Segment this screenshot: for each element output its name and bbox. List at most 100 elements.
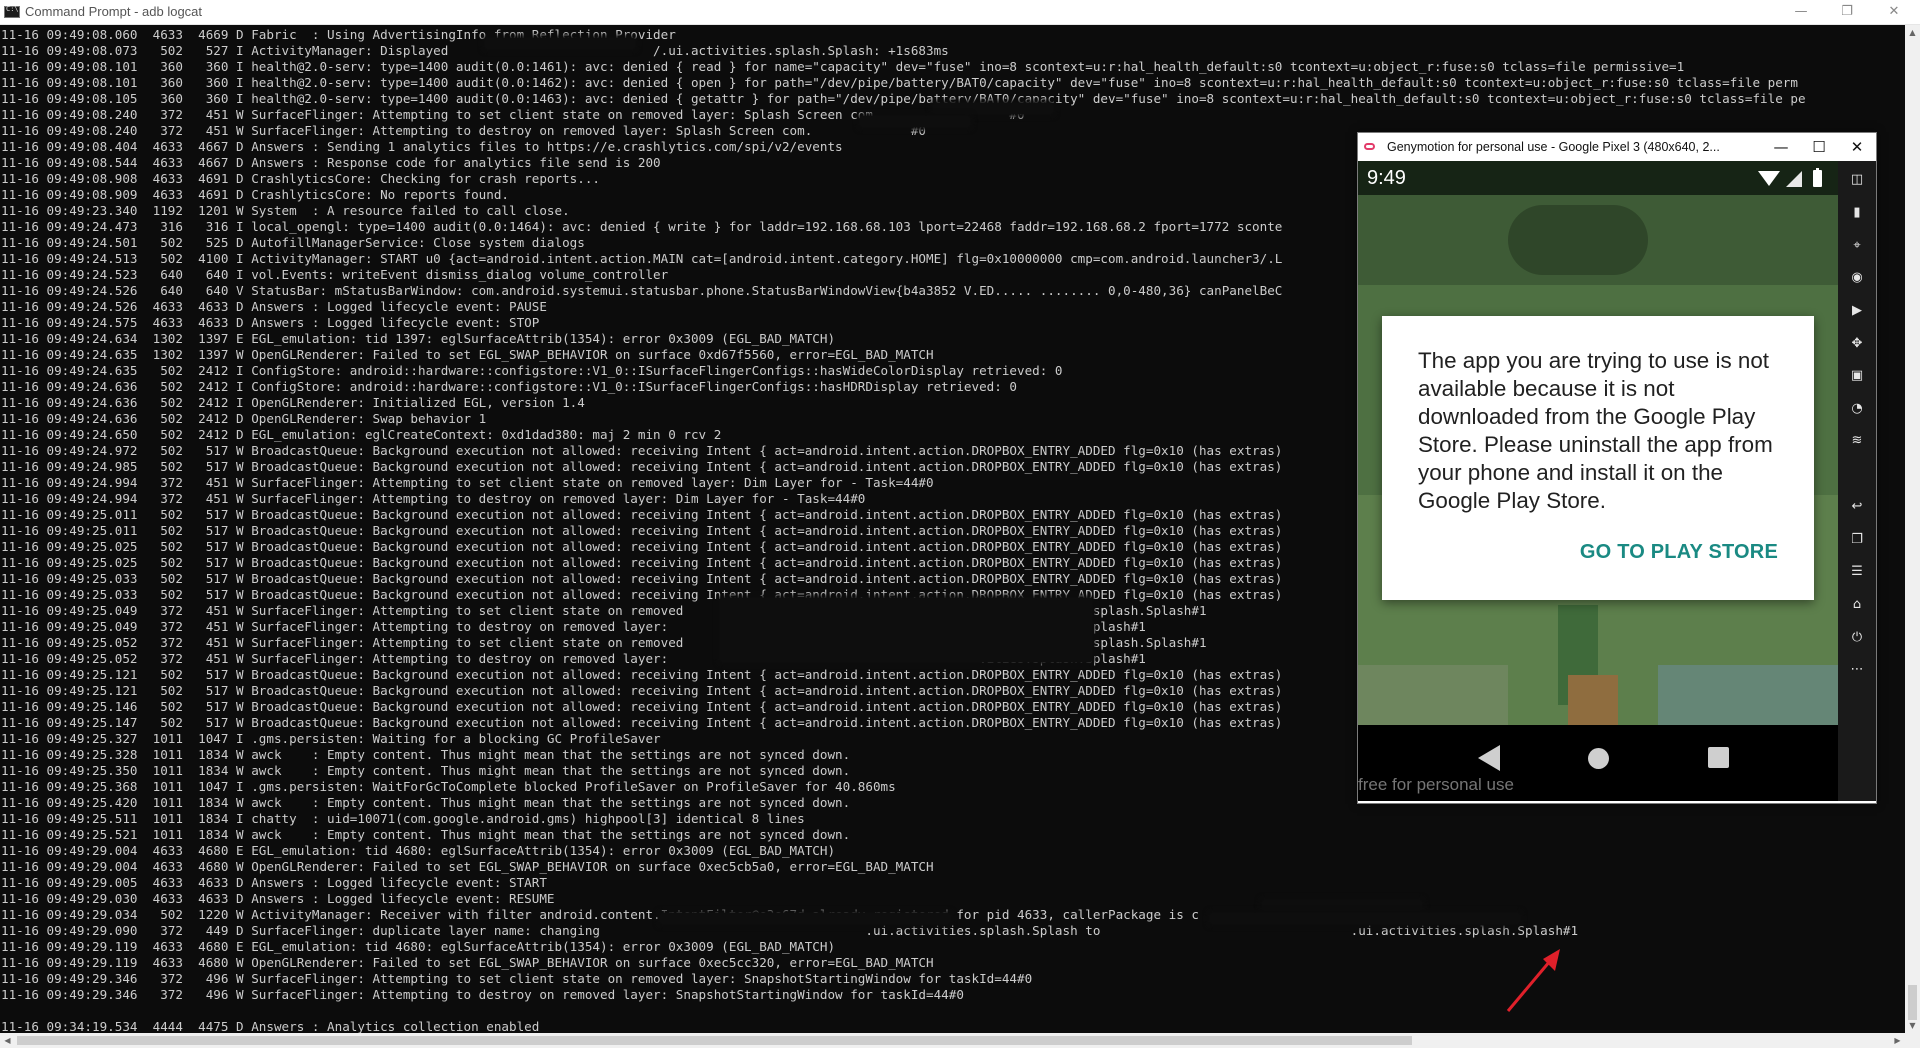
genymotion-maximize-button[interactable]: ☐ [1800,133,1838,161]
genymotion-logo-icon [1364,143,1375,150]
redaction-block [660,913,950,924]
log-line: 11-16 09:49:24.501 502 525 D AutofillMan… [1,235,585,250]
camera-widget-icon[interactable]: ◉ [1846,267,1868,289]
vertical-scrollbar[interactable]: ▲ ▼ [1905,25,1920,1033]
log-line: 11-16 09:49:29.005 4633 4633 D Answers :… [1,875,547,890]
horizontal-scroll-thumb[interactable] [17,1036,1412,1045]
log-line: 11-16 09:49:24.972 502 517 W BroadcastQu… [1,443,1283,458]
power-button-icon[interactable]: ⏻ [1846,627,1868,649]
cmd-titlebar: Command Prompt - adb logcat — ❐ ✕ [0,0,1920,25]
home-button-icon[interactable]: ⌂ [1846,594,1868,616]
recent-apps-button-icon[interactable]: ❐ [1846,529,1868,551]
scrollbar-corner [1905,1033,1920,1048]
log-line: 11-16 09:49:25.146 502 517 W BroadcastQu… [1,699,1283,714]
unavailable-app-dialog: The app you are trying to use is not ava… [1382,316,1814,600]
log-line: 11-16 09:49:24.635 1302 1397 W OpenGLRen… [1,347,934,362]
more-options-icon[interactable]: ⋯ [1846,659,1868,681]
log-line: 11-16 09:49:24.994 372 451 W SurfaceFlin… [1,475,934,490]
log-line: 11-16 09:49:29.004 4633 4680 W OpenGLRen… [1,859,934,874]
redaction-block [1210,913,1520,924]
vertical-scroll-thumb[interactable] [1908,985,1917,1020]
network-widget-icon[interactable]: ≋ [1846,430,1868,452]
log-line: 11-16 09:49:08.101 360 360 I health@2.0-… [1,75,1798,90]
scroll-right-arrow-icon[interactable]: ▶ [1890,1033,1905,1048]
background-blur [1568,675,1618,725]
status-clock: 9:49 [1367,167,1406,189]
cell-signal-icon [1786,171,1802,187]
window-title: Command Prompt - adb logcat [25,4,203,19]
log-line: 11-16 09:49:24.473 316 316 I local_openg… [1,219,1283,234]
redaction-block [933,103,1053,114]
scroll-down-arrow-icon[interactable]: ▼ [1905,1018,1920,1033]
nav-home-icon[interactable] [1588,748,1609,769]
scroll-left-arrow-icon[interactable]: ◀ [0,1033,15,1048]
maximize-button[interactable]: ❐ [1829,0,1865,25]
log-line: 11-16 09:49:25.011 502 517 W BroadcastQu… [1,507,1283,522]
log-line: 11-16 09:49:25.033 502 517 W BroadcastQu… [1,571,1283,586]
log-line: 11-16 09:49:24.526 640 640 V StatusBar: … [1,283,1283,298]
close-button[interactable]: ✕ [1876,0,1912,25]
menu-button-icon[interactable]: ☰ [1846,561,1868,583]
log-line: 11-16 09:49:25.121 502 517 W BroadcastQu… [1,683,1283,698]
battery-widget-icon[interactable]: ▮ [1846,202,1868,224]
android-status-bar: 9:49 [1358,161,1838,195]
log-line: 11-16 09:49:24.636 502 2412 I ConfigStor… [1,379,1017,394]
log-line: 11-16 09:49:24.985 502 517 W BroadcastQu… [1,459,1283,474]
command-prompt-icon [4,5,20,18]
log-line: 11-16 09:49:08.909 4633 4691 D Crashlyti… [1,187,509,202]
log-line: 11-16 09:49:24.575 4633 4633 D Answers :… [1,315,540,330]
log-line: 11-16 09:49:24.634 1302 1397 E EGL_emula… [1,331,836,346]
personal-use-watermark: free for personal use [1358,775,1514,794]
genymotion-close-button[interactable]: ✕ [1838,133,1876,161]
back-button-icon[interactable]: ↩ [1846,496,1868,518]
log-line: 11-16 09:49:29.090 372 449 D SurfaceFlin… [1,923,1579,938]
log-line: 11-16 09:49:08.908 4633 4691 D Crashlyti… [1,171,600,186]
log-line: 11-16 09:49:24.526 4633 4633 D Answers :… [1,299,547,314]
log-line: 11-16 09:49:29.346 372 496 W SurfaceFlin… [1,971,1033,986]
nav-recents-icon[interactable] [1708,747,1729,768]
log-line: 11-16 09:49:25.350 1011 1834 W awck : Em… [1,763,851,778]
log-line: 11-16 09:49:25.025 502 517 W BroadcastQu… [1,539,1283,554]
horizontal-scrollbar[interactable]: ◀ ▶ [0,1033,1905,1048]
open-gapps-icon[interactable]: ◫ [1846,169,1868,191]
log-line: 11-16 09:49:25.327 1011 1047 I .gms.pers… [1,731,661,746]
log-line: 11-16 09:49:08.101 360 360 I health@2.0-… [1,59,1685,74]
scroll-up-arrow-icon[interactable]: ▲ [1905,25,1920,40]
genymotion-title: Genymotion for personal use - Google Pix… [1387,140,1720,154]
device-screen[interactable]: 9:49 The app you are trying to use is no… [1358,161,1838,801]
log-line: 11-16 09:49:08.073 502 527 I ActivityMan… [1,43,949,58]
log-line: 11-16 09:49:29.119 4633 4680 W OpenGLRen… [1,955,934,970]
genymotion-window: Genymotion for personal use - Google Pix… [1357,132,1877,804]
annotation-arrow-icon [1506,949,1560,1012]
disk-io-widget-icon[interactable]: ◔ [1846,398,1868,420]
log-line: 11-16 09:34:19.534 4444 4475 D Answers :… [1,1019,540,1033]
redaction-block [1262,900,1422,911]
log-line: 11-16 09:49:29.030 4633 4633 D Answers :… [1,891,555,906]
log-line: 11-16 09:49:29.034 502 1220 W ActivityMa… [1,907,1199,922]
wifi-icon [1758,171,1780,186]
log-line: 11-16 09:49:29.346 372 496 W SurfaceFlin… [1,987,964,1002]
log-line: 11-16 09:49:08.240 372 451 W SurfaceFlin… [1,123,927,138]
log-line: 11-16 09:49:24.636 502 2412 D OpenGLRend… [1,411,487,426]
log-line: 11-16 09:49:29.004 4633 4680 E EGL_emula… [1,843,836,858]
log-line: 11-16 09:49:08.544 4633 4667 D Answers :… [1,155,661,170]
go-to-play-store-button[interactable]: GO TO PLAY STORE [1580,541,1778,564]
log-line: 11-16 09:49:25.420 1011 1834 W awck : Em… [1,795,851,810]
gps-widget-icon[interactable]: ⌖ [1846,235,1868,257]
log-line: 11-16 09:49:24.523 640 640 I vol.Events:… [1,267,669,282]
dpad-widget-icon[interactable]: ✥ [1846,333,1868,355]
capture-widget-icon[interactable]: ▶ [1846,300,1868,322]
background-blur [1658,665,1838,725]
log-line: 11-16 09:49:25.511 1011 1834 I chatty : … [1,811,805,826]
redaction-block [860,116,970,127]
identifiers-widget-icon[interactable]: ▣ [1846,365,1868,387]
background-blur [1358,665,1508,725]
minimize-button[interactable]: — [1783,0,1819,25]
log-line: 11-16 09:49:08.105 360 360 I health@2.0-… [1,91,1806,106]
nav-back-icon[interactable] [1478,745,1500,771]
genymotion-toolbar: ◫ ▮ ⌖ ◉ ▶ ✥ ▣ ◔ ≋ ↩ ❐ ☰ ⌂ ⏻ ⋯ [1838,161,1876,801]
redaction-block [720,598,1092,662]
log-line: 11-16 09:49:08.404 4633 4667 D Answers :… [1,139,843,154]
genymotion-minimize-button[interactable]: — [1762,133,1800,161]
log-line: 11-16 09:49:24.636 502 2412 I OpenGLRend… [1,395,585,410]
